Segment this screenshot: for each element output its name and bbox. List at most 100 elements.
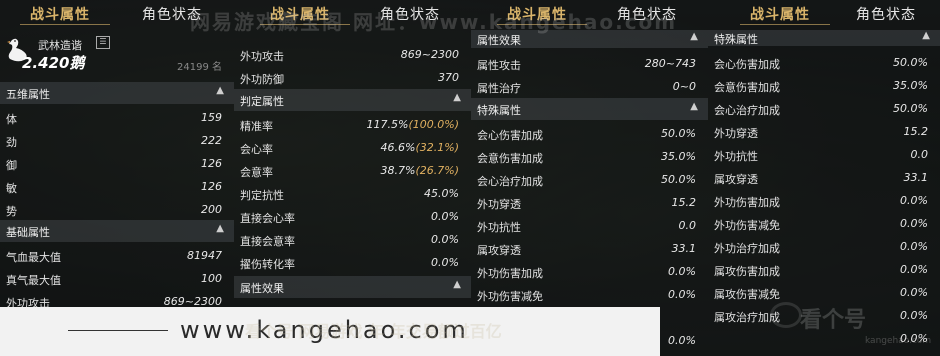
stat-value: 81947 <box>187 249 222 262</box>
stat-row: 精准率 117.5%(100.0%) <box>234 114 471 136</box>
stat-value: 0.0% <box>668 265 696 278</box>
stat-value: 0.0% <box>431 256 459 269</box>
stat-label: 属攻穿透 <box>477 244 521 257</box>
stat-value: 0.0% <box>431 210 459 223</box>
stat-row: 会心伤害加成 50.0% <box>471 123 708 145</box>
collapse-icon[interactable]: ▲ <box>690 101 698 112</box>
watermark-bottom: 看个号 网易游戏 年 年交易额过百亿 <box>245 322 502 341</box>
stat-row: 会心伤害加成 50.0% <box>708 52 940 74</box>
section-special-attributes[interactable]: 特殊属性 ▲ <box>708 30 940 46</box>
tab-battle-attributes[interactable]: 战斗属性 <box>750 4 810 24</box>
section-base-attributes[interactable]: 基础属性 ▲ <box>0 220 234 242</box>
stat-label: 外功伤害加成 <box>714 196 780 209</box>
stat-row: 会心率 46.6%(32.1%) <box>234 137 471 159</box>
watermark-top: 网易游戏藏宝阁 网址：www.kangehao.com <box>190 10 678 34</box>
section-attribute-effects[interactable]: 属性效果 ▲ <box>234 276 471 298</box>
stat-value: 33.1 <box>903 171 929 184</box>
stat-value: 50.0% <box>893 102 928 115</box>
stat-row: 外功伤害减免 0.0% <box>708 213 940 235</box>
guild-menu-icon[interactable]: ☰ <box>96 36 110 49</box>
stat-value: 0.0% <box>900 263 928 276</box>
section-title: 属性效果 <box>240 282 284 295</box>
stat-value: 117.5%(100.0%) <box>367 118 459 131</box>
stat-value: 370 <box>438 71 459 84</box>
panel-tabs: 战斗属性 角色状态 <box>708 0 940 28</box>
stat-row: 会心治疗加成 50.0% <box>708 98 940 120</box>
stat-label: 属攻穿透 <box>714 173 758 186</box>
stat-label: 外功伤害减免 <box>477 290 543 303</box>
stat-label: 外功防御 <box>240 73 284 86</box>
stat-label: 属性治疗 <box>477 82 521 95</box>
stat-value: 0.0% <box>668 334 696 347</box>
stat-value: 0.0% <box>431 233 459 246</box>
stat-value-main: 117.5% <box>366 118 409 131</box>
stat-row: 擢伤转化率 0.0% <box>234 252 471 274</box>
stat-label: 敏 <box>6 182 17 195</box>
collapse-icon[interactable]: ▲ <box>690 31 698 42</box>
stat-row: 属攻穿透 33.1 <box>471 238 708 260</box>
collapse-icon[interactable]: ▲ <box>216 85 224 96</box>
stat-row: 外功伤害加成 0.0% <box>708 190 940 212</box>
guild-name: 武林造谐 <box>38 39 82 52</box>
stat-label: 外功伤害减免 <box>714 219 780 232</box>
stat-label: 直接会意率 <box>240 235 295 248</box>
eye-logo-icon <box>770 302 802 328</box>
stat-row: 外功伤害加成 0.0% <box>471 261 708 283</box>
brand-url: kangehao.com <box>865 336 932 346</box>
stats-panel-2: 战斗属性 角色状态 外功攻击 869~2300 外功防御 370 判定属性 ▲ 精准… <box>234 0 471 356</box>
section-judgement-attributes[interactable]: 判定属性 ▲ <box>234 89 471 111</box>
tab-role-status[interactable]: 角色状态 <box>856 4 916 24</box>
stat-row: 外功攻击 869~2300 <box>234 44 471 66</box>
stat-value-main: 46.6% <box>380 141 416 154</box>
stat-row: 外功伤害减免 0.0% <box>471 284 708 306</box>
stat-label: 御 <box>6 159 17 172</box>
stat-label: 会心率 <box>240 143 273 156</box>
stat-row: 外功抗性 0.0 <box>471 215 708 237</box>
stat-value: 0.0% <box>900 194 928 207</box>
stat-label: 属性攻击 <box>477 59 521 72</box>
section-five-dimensions[interactable]: 五维属性 ▲ <box>0 82 234 104</box>
stat-row: 御 126 <box>0 153 234 175</box>
stat-value: 200 <box>201 203 222 216</box>
stat-label: 体 <box>6 113 17 126</box>
stat-row: 属攻穿透 33.1 <box>708 167 940 189</box>
stat-row: 判定抗性 45.0% <box>234 183 471 205</box>
stat-value: 0~0 <box>672 80 696 93</box>
banner-divider <box>68 330 168 331</box>
section-special-attributes[interactable]: 特殊属性 ▲ <box>471 98 708 120</box>
stat-value: 38.7%(26.7%) <box>381 164 459 177</box>
stat-value: 0.0 <box>910 148 929 161</box>
stat-row: 外功治疗加成 0.0% <box>708 236 940 258</box>
collapse-icon[interactable]: ▲ <box>453 92 461 103</box>
stat-value-effective: (32.1%) <box>415 141 459 154</box>
stat-label: 直接会心率 <box>240 212 295 225</box>
stat-row: 劲 222 <box>0 130 234 152</box>
stat-label: 会心治疗加成 <box>477 175 543 188</box>
stat-label: 外功攻击 <box>240 50 284 63</box>
stat-label: 外功治疗加成 <box>714 242 780 255</box>
stat-value: 0.0% <box>900 240 928 253</box>
stat-value: 15.2 <box>903 125 929 138</box>
stats-panel-3: 战斗属性 角色状态 属性效果 ▲ 属性攻击 280~743 属性治疗 0~0 特殊属… <box>471 0 708 356</box>
section-title: 五维属性 <box>6 88 50 101</box>
stat-label: 真气最大值 <box>6 274 61 287</box>
stat-value: 15.2 <box>671 196 697 209</box>
stat-label: 外功伤害加成 <box>477 267 543 280</box>
stat-label: 擢伤转化率 <box>240 258 295 271</box>
stat-row: 外功穿透 15.2 <box>708 121 940 143</box>
stat-label: 外功穿透 <box>714 127 758 140</box>
stat-row: 会意率 38.7%(26.7%) <box>234 160 471 182</box>
collapse-icon[interactable]: ▲ <box>453 279 461 290</box>
collapse-icon[interactable]: ▲ <box>922 30 930 41</box>
stat-row: 会意伤害加成 35.0% <box>708 75 940 97</box>
section-title: 判定属性 <box>240 95 284 108</box>
stat-value: 126 <box>201 180 222 193</box>
stat-label: 外功抗性 <box>714 150 758 163</box>
tab-battle-attributes[interactable]: 战斗属性 <box>30 4 90 24</box>
stat-row: 会意伤害加成 35.0% <box>471 146 708 168</box>
stat-label: 会心治疗加成 <box>714 104 780 117</box>
collapse-icon[interactable]: ▲ <box>216 223 224 234</box>
stat-label: 会意伤害加成 <box>714 81 780 94</box>
section-title: 特殊属性 <box>477 104 521 117</box>
active-tab-indicator <box>20 24 110 25</box>
